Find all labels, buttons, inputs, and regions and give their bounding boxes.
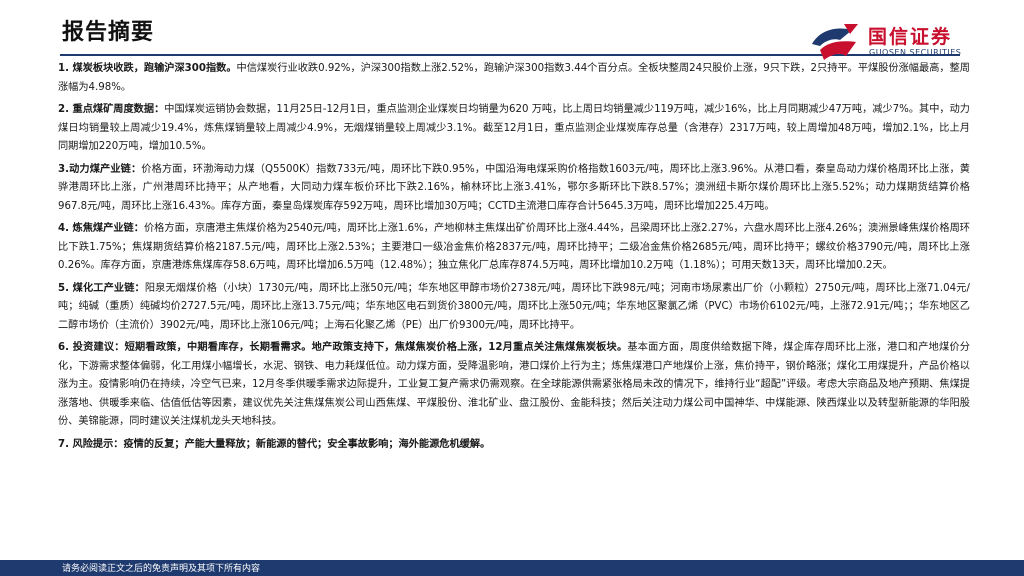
paragraph-text: 基本面方面，周度供给数据下降，煤企库存周环比上涨，港口和产地煤价分化，下游需求整… (58, 342, 970, 427)
paragraph-heading: 1. 煤炭板块收跌，跑输沪深300指数。 (58, 63, 237, 74)
summary-paragraph-7: 7. 风险提示：疫情的反复；产能大量释放；新能源的替代；安全事故影响；海外能源危… (58, 436, 970, 455)
paragraph-text: 阳泉无烟煤价格（小块）1730元/吨，周环比上涨50元/吨；华东地区甲醇市场价2… (58, 282, 970, 331)
summary-body: 1. 煤炭板块收跌，跑输沪深300指数。中信煤炭行业收跌0.92%，沪深300指… (58, 60, 970, 458)
summary-paragraph-5: 5. 煤化工产业链：阳泉无烟煤价格（小块）1730元/吨，周环比上涨50元/吨；… (58, 280, 970, 336)
paragraph-heading: 4. 炼焦煤产业链： (58, 223, 144, 234)
page-title: 报告摘要 (62, 20, 155, 45)
brand-name-cn: 国信证券 (868, 26, 953, 48)
footer-disclaimer: 请务必阅读正文之后的免责声明及其项下所有内容 (62, 564, 261, 574)
paragraph-text: 价格方面，环渤海动力煤（Q5500K）指数733元/吨，周环比下跌0.95%，中… (58, 163, 970, 212)
paragraph-text: 中国煤炭运销协会数据，11月25日-12月1日，重点监测企业煤炭日均销量为620… (58, 104, 970, 152)
paragraph-heading: 2. 重点煤矿周度数据： (58, 104, 165, 115)
brand-name-en: GUOSEN SECURITIES (869, 48, 962, 57)
paragraph-heading: 7. 风险提示：疫情的反复；产能大量释放；新能源的替代；安全事故影响；海外能源危… (58, 438, 491, 450)
summary-paragraph-4: 4. 炼焦煤产业链：价格方面，京唐港主焦煤价格为2540元/吨，周环比上涨1.6… (58, 220, 970, 276)
paragraph-heading: 6. 投资建议：短期看政策，中期看库存，长期看需求。地产政策支持下，焦煤焦炭价格… (58, 342, 628, 353)
paragraph-heading: 3.动力煤产业链： (58, 163, 142, 175)
guosen-logo-mark-icon (812, 24, 858, 60)
footer-bar: 请务必阅读正文之后的免责声明及其项下所有内容 (0, 560, 1024, 576)
summary-paragraph-1: 1. 煤炭板块收跌，跑输沪深300指数。中信煤炭行业收跌0.92%，沪深300指… (58, 60, 970, 97)
paragraph-heading: 5. 煤化工产业链： (58, 282, 145, 294)
summary-paragraph-3: 3.动力煤产业链：价格方面，环渤海动力煤（Q5500K）指数733元/吨，周环比… (58, 161, 970, 217)
summary-paragraph-2: 2. 重点煤矿周度数据：中国煤炭运销协会数据，11月25日-12月1日，重点监测… (58, 101, 970, 157)
paragraph-text: 价格方面，京唐港主焦煤价格为2540元/吨，周环比上涨1.6%，产地柳林主焦煤出… (58, 223, 970, 271)
summary-paragraph-6: 6. 投资建议：短期看政策，中期看库存，长期看需求。地产政策支持下，焦煤焦炭价格… (58, 339, 970, 432)
